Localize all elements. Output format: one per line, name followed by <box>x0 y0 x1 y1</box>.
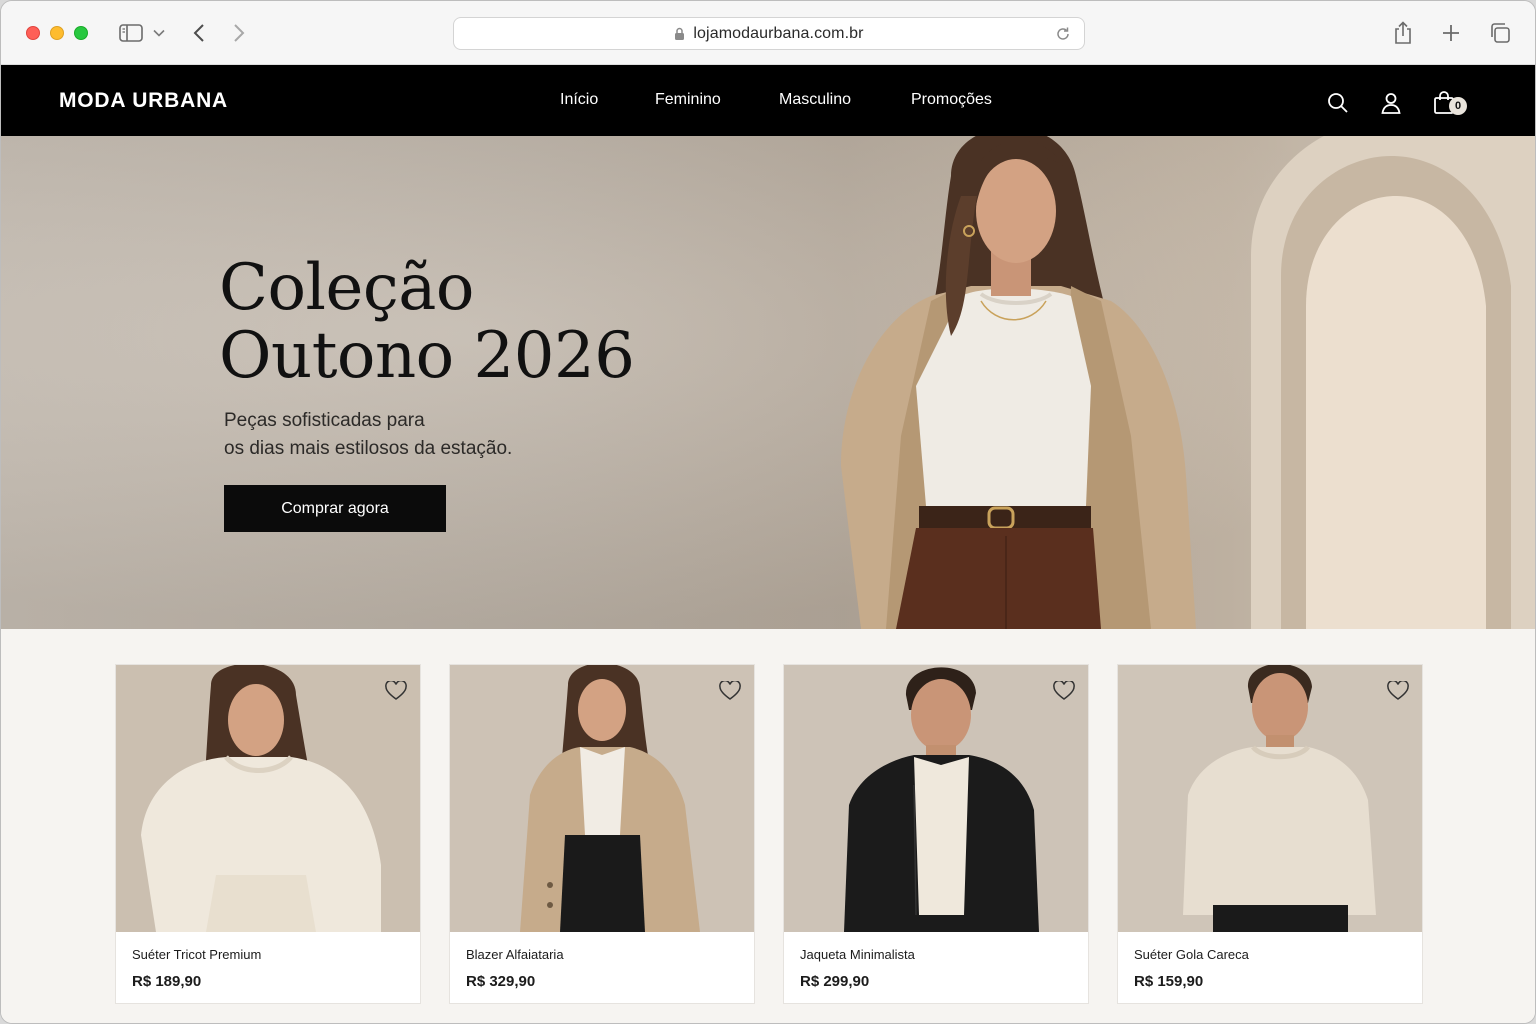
hero-subtitle: Peças sofisticadas para os dias mais est… <box>224 407 644 463</box>
product-card[interactable]: Suéter Tricot Premium R$ 189,90 <box>115 664 421 1004</box>
product-card[interactable]: Jaqueta Minimalista R$ 299,90 <box>783 664 1089 1004</box>
hero-subtitle-line-1: Peças sofisticadas para <box>224 410 425 431</box>
nav-link-masculino[interactable]: Masculino <box>779 91 851 109</box>
cart-count-badge: 0 <box>1449 97 1467 115</box>
nav-link-inicio[interactable]: Início <box>560 91 598 109</box>
product-price: R$ 299,90 <box>800 973 870 990</box>
hero-banner: Coleção Outono 2026 Peças sofisticadas p… <box>1 136 1535 629</box>
product-card[interactable]: Blazer Alfaiataria R$ 329,90 <box>449 664 755 1004</box>
product-grid: Suéter Tricot Premium R$ 189,90 Blazer A… <box>1 629 1535 1023</box>
address-bar[interactable]: lojamodaurbana.com.br <box>453 17 1085 50</box>
minimize-window-button[interactable] <box>50 26 64 40</box>
product-price: R$ 189,90 <box>132 973 202 990</box>
shop-now-button[interactable]: Comprar agora <box>224 485 446 532</box>
hero-arch-image <box>1251 136 1535 629</box>
close-window-button[interactable] <box>26 26 40 40</box>
product-card[interactable]: Suéter Gola Careca R$ 159,90 <box>1117 664 1423 1004</box>
plus-icon[interactable] <box>1437 19 1465 47</box>
browser-window: lojamodaurbana.com.br MODA URBANA Início… <box>0 0 1536 1024</box>
product-name[interactable]: Jaqueta Minimalista <box>800 947 915 962</box>
sidebar-icon[interactable] <box>118 23 144 43</box>
hero-title-line-2: Outono 2026 <box>219 319 635 393</box>
heart-icon[interactable] <box>1052 679 1076 703</box>
tabs-icon[interactable] <box>1486 19 1514 47</box>
browser-toolbar: lojamodaurbana.com.br <box>1 1 1535 65</box>
hero-subtitle-line-2: os dias mais estilosos da estação. <box>224 438 513 459</box>
site-header: MODA URBANA Início Feminino Masculino Pr… <box>1 65 1535 136</box>
product-name[interactable]: Blazer Alfaiataria <box>466 947 564 962</box>
product-name[interactable]: Suéter Tricot Premium <box>132 947 261 962</box>
hero-title-line-1: Coleção <box>219 251 474 325</box>
product-name[interactable]: Suéter Gola Careca <box>1134 947 1249 962</box>
product-price: R$ 159,90 <box>1134 973 1204 990</box>
lock-icon <box>674 27 685 41</box>
main-nav: Início Feminino Masculino Promoções <box>1 91 1535 111</box>
nav-link-feminino[interactable]: Feminino <box>655 91 721 109</box>
back-arrow-icon[interactable] <box>187 21 211 45</box>
nav-link-promocoes[interactable]: Promoções <box>911 91 992 109</box>
zoom-window-button[interactable] <box>74 26 88 40</box>
chevron-down-icon[interactable] <box>151 25 167 41</box>
product-price: R$ 329,90 <box>466 973 536 990</box>
reload-icon[interactable] <box>1054 25 1072 43</box>
heart-icon[interactable] <box>718 679 742 703</box>
hero-model-image <box>841 136 1196 629</box>
product-image[interactable] <box>1118 665 1422 932</box>
product-image[interactable] <box>450 665 754 932</box>
forward-arrow-icon[interactable] <box>227 21 251 45</box>
heart-icon[interactable] <box>1386 679 1410 703</box>
url-text: lojamodaurbana.com.br <box>693 24 864 42</box>
share-icon[interactable] <box>1389 19 1417 47</box>
heart-icon[interactable] <box>384 679 408 703</box>
product-image[interactable] <box>784 665 1088 932</box>
product-image[interactable] <box>116 665 420 932</box>
user-icon[interactable] <box>1378 90 1404 116</box>
search-icon[interactable] <box>1325 90 1351 116</box>
hero-title: Coleção Outono 2026 <box>219 254 739 390</box>
